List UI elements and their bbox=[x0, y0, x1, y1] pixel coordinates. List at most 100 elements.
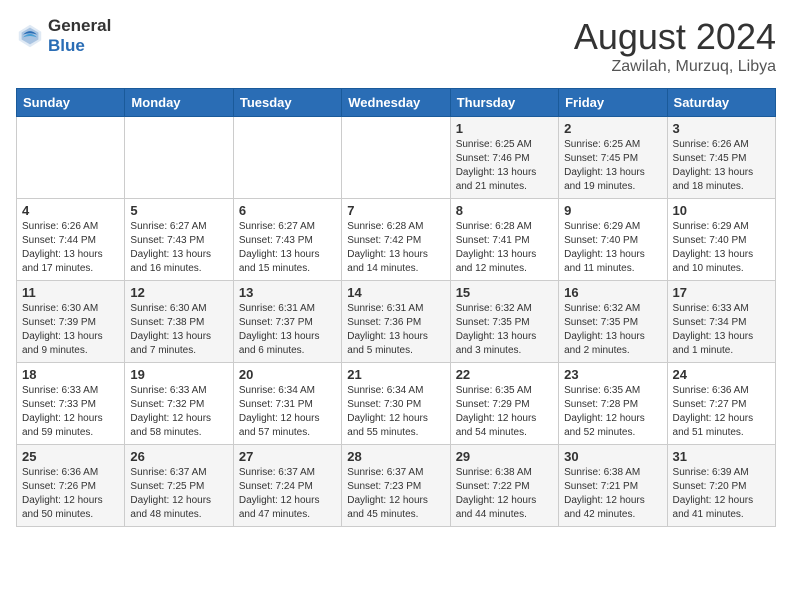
day-info: Sunrise: 6:37 AM Sunset: 7:25 PM Dayligh… bbox=[130, 466, 227, 522]
day-number: 12 bbox=[130, 285, 227, 300]
day-info: Sunrise: 6:27 AM Sunset: 7:43 PM Dayligh… bbox=[239, 220, 336, 276]
calendar-cell bbox=[342, 117, 450, 199]
calendar-cell: 29Sunrise: 6:38 AM Sunset: 7:22 PM Dayli… bbox=[450, 445, 558, 527]
day-number: 24 bbox=[673, 367, 770, 382]
day-info: Sunrise: 6:39 AM Sunset: 7:20 PM Dayligh… bbox=[673, 466, 770, 522]
day-info: Sunrise: 6:28 AM Sunset: 7:42 PM Dayligh… bbox=[347, 220, 444, 276]
calendar-cell: 23 Sunrise: 6:35 AM Sunset: 7:28 PM Dayli… bbox=[559, 363, 667, 445]
calendar-cell: 2 Sunrise: 6:25 AM Sunset: 7:45 PM Daylig… bbox=[559, 117, 667, 199]
day-number: 10 bbox=[673, 203, 770, 218]
calendar-cell: 21 Sunrise: 6:34 AM Sunset: 7:30 PM Dayli… bbox=[342, 363, 450, 445]
day-info: Sunrise: 6:26 AM Sunset: 7:45 PM Dayligh… bbox=[673, 138, 770, 194]
calendar-header: Sunday Monday Tuesday Wednesday Thursday… bbox=[17, 89, 776, 117]
day-number: 3 bbox=[673, 121, 770, 136]
day-number: 29 bbox=[456, 449, 553, 464]
day-info: Sunrise: 6:34 AM Sunset: 7:30 PM Dayligh… bbox=[347, 384, 444, 440]
day-number: 6 bbox=[239, 203, 336, 218]
day-number: 8 bbox=[456, 203, 553, 218]
day-number: 25 bbox=[22, 449, 119, 464]
calendar-cell: 18Sunrise: 6:33 AM Sunset: 7:33 PM Dayli… bbox=[17, 363, 125, 445]
day-info: Sunrise: 6:37 AM Sunset: 7:24 PM Dayligh… bbox=[239, 466, 336, 522]
header-monday: Monday bbox=[125, 89, 233, 117]
calendar-table: Sunday Monday Tuesday Wednesday Thursday… bbox=[16, 88, 776, 527]
day-number: 9 bbox=[564, 203, 661, 218]
calendar-cell: 4 Sunrise: 6:26 AM Sunset: 7:44 PM Daylig… bbox=[17, 199, 125, 281]
calendar-cell: 3 Sunrise: 6:26 AM Sunset: 7:45 PM Daylig… bbox=[667, 117, 775, 199]
calendar-cell: 20 Sunrise: 6:34 AM Sunset: 7:31 PM Dayli… bbox=[233, 363, 341, 445]
day-info: Sunrise: 6:33 AM Sunset: 7:34 PM Dayligh… bbox=[673, 302, 770, 358]
day-info: Sunrise: 6:32 AM Sunset: 7:35 PM Dayligh… bbox=[564, 302, 661, 358]
day-info: Sunrise: 6:34 AM Sunset: 7:31 PM Dayligh… bbox=[239, 384, 336, 440]
day-number: 13 bbox=[239, 285, 336, 300]
day-info: Sunrise: 6:37 AM Sunset: 7:23 PM Dayligh… bbox=[347, 466, 444, 522]
calendar-cell: 6 Sunrise: 6:27 AM Sunset: 7:43 PM Daylig… bbox=[233, 199, 341, 281]
calendar-week-5: 25 Sunrise: 6:36 AM Sunset: 7:26 PM Dayli… bbox=[17, 445, 776, 527]
calendar-cell bbox=[17, 117, 125, 199]
day-number: 31 bbox=[673, 449, 770, 464]
header-saturday: Saturday bbox=[667, 89, 775, 117]
day-number: 15 bbox=[456, 285, 553, 300]
logo: General Blue bbox=[16, 16, 111, 55]
calendar-cell: 8 Sunrise: 6:28 AM Sunset: 7:41 PM Daylig… bbox=[450, 199, 558, 281]
calendar-cell: 13Sunrise: 6:31 AM Sunset: 7:37 PM Dayli… bbox=[233, 281, 341, 363]
logo-blue-text: Blue bbox=[48, 36, 111, 56]
day-info: Sunrise: 6:33 AM Sunset: 7:33 PM Dayligh… bbox=[22, 384, 119, 440]
calendar-cell: 26 Sunrise: 6:37 AM Sunset: 7:25 PM Dayli… bbox=[125, 445, 233, 527]
day-number: 23 bbox=[564, 367, 661, 382]
calendar-cell: 19Sunrise: 6:33 AM Sunset: 7:32 PM Dayli… bbox=[125, 363, 233, 445]
calendar-week-1: 1 Sunrise: 6:25 AM Sunset: 7:46 PM Daylig… bbox=[17, 117, 776, 199]
day-info: Sunrise: 6:33 AM Sunset: 7:32 PM Dayligh… bbox=[130, 384, 227, 440]
calendar-week-4: 18Sunrise: 6:33 AM Sunset: 7:33 PM Dayli… bbox=[17, 363, 776, 445]
day-number: 28 bbox=[347, 449, 444, 464]
day-number: 30 bbox=[564, 449, 661, 464]
day-info: Sunrise: 6:27 AM Sunset: 7:43 PM Dayligh… bbox=[130, 220, 227, 276]
day-number: 2 bbox=[564, 121, 661, 136]
day-info: Sunrise: 6:25 AM Sunset: 7:46 PM Dayligh… bbox=[456, 138, 553, 194]
calendar-week-3: 11Sunrise: 6:30 AM Sunset: 7:39 PM Dayli… bbox=[17, 281, 776, 363]
day-number: 1 bbox=[456, 121, 553, 136]
header-wednesday: Wednesday bbox=[342, 89, 450, 117]
day-number: 21 bbox=[347, 367, 444, 382]
calendar-cell bbox=[125, 117, 233, 199]
calendar-cell: 14Sunrise: 6:31 AM Sunset: 7:36 PM Dayli… bbox=[342, 281, 450, 363]
title-area: August 2024 Zawilah, Murzuq, Libya bbox=[574, 16, 776, 76]
day-number: 22 bbox=[456, 367, 553, 382]
calendar-cell: 1 Sunrise: 6:25 AM Sunset: 7:46 PM Daylig… bbox=[450, 117, 558, 199]
calendar-cell: 17 Sunrise: 6:33 AM Sunset: 7:34 PM Dayli… bbox=[667, 281, 775, 363]
day-info: Sunrise: 6:29 AM Sunset: 7:40 PM Dayligh… bbox=[564, 220, 661, 276]
calendar-cell: 22 Sunrise: 6:35 AM Sunset: 7:29 PM Dayli… bbox=[450, 363, 558, 445]
day-number: 16 bbox=[564, 285, 661, 300]
day-number: 17 bbox=[673, 285, 770, 300]
day-number: 7 bbox=[347, 203, 444, 218]
calendar-week-2: 4 Sunrise: 6:26 AM Sunset: 7:44 PM Daylig… bbox=[17, 199, 776, 281]
day-number: 26 bbox=[130, 449, 227, 464]
day-info: Sunrise: 6:31 AM Sunset: 7:36 PM Dayligh… bbox=[347, 302, 444, 358]
month-year: August 2024 bbox=[574, 16, 776, 58]
day-number: 27 bbox=[239, 449, 336, 464]
header-row: Sunday Monday Tuesday Wednesday Thursday… bbox=[17, 89, 776, 117]
calendar-cell: 15Sunrise: 6:32 AM Sunset: 7:35 PM Dayli… bbox=[450, 281, 558, 363]
page-header: General Blue August 2024 Zawilah, Murzuq… bbox=[16, 16, 776, 76]
day-number: 4 bbox=[22, 203, 119, 218]
day-info: Sunrise: 6:36 AM Sunset: 7:26 PM Dayligh… bbox=[22, 466, 119, 522]
header-friday: Friday bbox=[559, 89, 667, 117]
day-info: Sunrise: 6:25 AM Sunset: 7:45 PM Dayligh… bbox=[564, 138, 661, 194]
calendar-cell: 12 Sunrise: 6:30 AM Sunset: 7:38 PM Dayli… bbox=[125, 281, 233, 363]
calendar-cell: 31 Sunrise: 6:39 AM Sunset: 7:20 PM Dayli… bbox=[667, 445, 775, 527]
day-info: Sunrise: 6:35 AM Sunset: 7:29 PM Dayligh… bbox=[456, 384, 553, 440]
day-info: Sunrise: 6:28 AM Sunset: 7:41 PM Dayligh… bbox=[456, 220, 553, 276]
logo-general-text: General bbox=[48, 16, 111, 36]
day-number: 20 bbox=[239, 367, 336, 382]
calendar-cell: 5Sunrise: 6:27 AM Sunset: 7:43 PM Daylig… bbox=[125, 199, 233, 281]
calendar-cell: 9 Sunrise: 6:29 AM Sunset: 7:40 PM Daylig… bbox=[559, 199, 667, 281]
day-info: Sunrise: 6:30 AM Sunset: 7:38 PM Dayligh… bbox=[130, 302, 227, 358]
header-sunday: Sunday bbox=[17, 89, 125, 117]
calendar-cell: 25 Sunrise: 6:36 AM Sunset: 7:26 PM Dayli… bbox=[17, 445, 125, 527]
day-info: Sunrise: 6:35 AM Sunset: 7:28 PM Dayligh… bbox=[564, 384, 661, 440]
calendar-cell: 30Sunrise: 6:38 AM Sunset: 7:21 PM Dayli… bbox=[559, 445, 667, 527]
calendar-cell bbox=[233, 117, 341, 199]
logo-text: General Blue bbox=[48, 16, 111, 55]
day-info: Sunrise: 6:26 AM Sunset: 7:44 PM Dayligh… bbox=[22, 220, 119, 276]
calendar-cell: 7 Sunrise: 6:28 AM Sunset: 7:42 PM Daylig… bbox=[342, 199, 450, 281]
calendar-cell: 10Sunrise: 6:29 AM Sunset: 7:40 PM Dayli… bbox=[667, 199, 775, 281]
